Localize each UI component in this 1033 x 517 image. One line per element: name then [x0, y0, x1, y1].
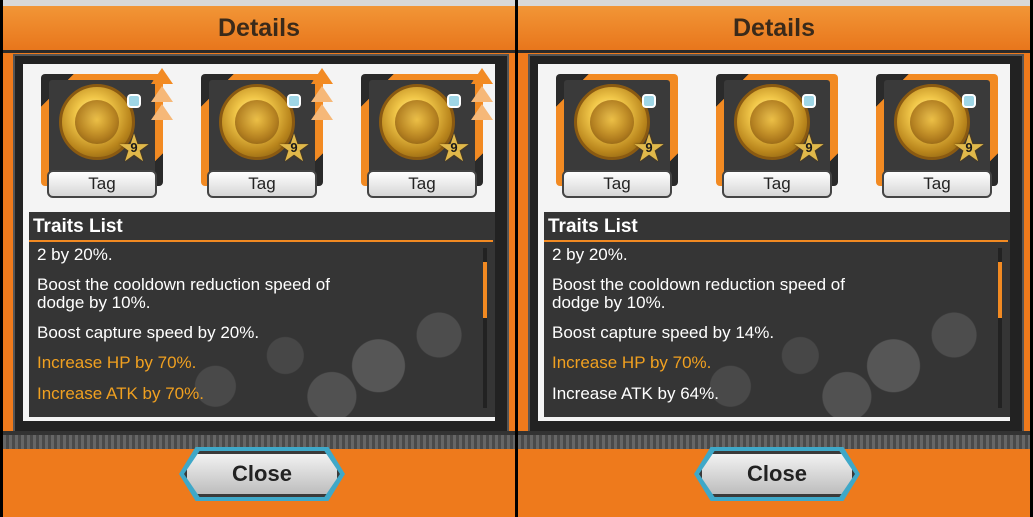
shield-icon — [802, 94, 816, 108]
tag-button[interactable]: Tag — [722, 170, 832, 198]
traits-list[interactable]: Traits List 2 by 20%. Boost the cooldown… — [29, 212, 495, 417]
character-level: 9 — [290, 140, 298, 155]
traits-list-title: Traits List — [33, 216, 123, 237]
tag-button[interactable]: Tag — [47, 170, 157, 198]
trait-item: 2 by 20%. — [552, 245, 628, 264]
scrollbar[interactable] — [483, 248, 487, 408]
tag-button[interactable]: Tag — [882, 170, 992, 198]
shield-icon — [447, 94, 461, 108]
character-card-1[interactable]: ★ 9 Tag — [41, 68, 173, 204]
details-content: ★ 9 Tag ★ 9 Tag ★ 9 Tag Traits List 2 by… — [538, 64, 1010, 421]
shield-icon — [127, 94, 141, 108]
scroll-thumb[interactable] — [483, 262, 487, 318]
tag-button[interactable]: Tag — [367, 170, 477, 198]
page-title: Details — [218, 14, 300, 42]
character-level: 9 — [805, 140, 813, 155]
details-content: ★ 9 Tag ★ 9 Tag ★ 9 Tag Traits List 2 by… — [23, 64, 495, 421]
close-button[interactable]: Close — [184, 451, 340, 497]
details-panel-left: Details ★ 9 Tag ★ 9 Tag ★ 9 Tag Traits L… — [3, 0, 515, 517]
character-card-3[interactable]: ★ 9 Tag — [876, 74, 998, 204]
tag-button[interactable]: Tag — [207, 170, 317, 198]
footer-stripe — [518, 435, 1030, 449]
shield-icon — [287, 94, 301, 108]
trait-item: Increase ATK by 64%. — [552, 384, 719, 403]
trait-item: dodge by 10%. — [552, 293, 666, 312]
trait-item: Boost capture speed by 14%. — [552, 323, 775, 342]
trait-item-highlighted: Increase HP by 70%. — [37, 353, 197, 372]
up-arrow-icon — [151, 68, 175, 138]
traits-list[interactable]: Traits List 2 by 20%. Boost the cooldown… — [544, 212, 1010, 417]
character-level: 9 — [450, 140, 458, 155]
trait-item: 2 by 20%. — [37, 245, 113, 264]
trait-item: Boost capture speed by 20%. — [37, 323, 260, 342]
header-bar: Details — [3, 0, 515, 53]
up-arrow-icon — [471, 68, 495, 138]
trait-item: dodge by 10%. — [37, 293, 151, 312]
trait-item: Boost the cooldown reduction speed of — [552, 275, 845, 294]
shield-icon — [642, 94, 656, 108]
character-level: 9 — [130, 140, 138, 155]
character-card-3[interactable]: ★ 9 Tag — [361, 68, 493, 204]
shield-icon — [962, 94, 976, 108]
header-shine — [518, 0, 1030, 6]
character-level: 9 — [965, 140, 973, 155]
header-shine — [3, 0, 515, 6]
details-panel-right: Details ★ 9 Tag ★ 9 Tag ★ 9 Tag Traits L… — [518, 0, 1030, 517]
footer-bar: Close — [518, 431, 1030, 517]
character-card-2[interactable]: ★ 9 Tag — [716, 74, 838, 204]
trait-item-highlighted: Increase ATK by 70%. — [37, 384, 204, 403]
tag-button[interactable]: Tag — [562, 170, 672, 198]
trait-item-highlighted: Increase HP by 70%. — [552, 353, 712, 372]
header-bar: Details — [518, 0, 1030, 53]
scrollbar[interactable] — [998, 248, 1002, 408]
page-title: Details — [733, 14, 815, 42]
scroll-thumb[interactable] — [998, 262, 1002, 318]
trait-item: Boost the cooldown reduction speed of — [37, 275, 330, 294]
divider — [29, 240, 493, 242]
close-button[interactable]: Close — [699, 451, 855, 497]
divider — [544, 240, 1008, 242]
traits-list-title: Traits List — [548, 216, 638, 237]
character-level: 9 — [645, 140, 653, 155]
footer-bar: Close — [3, 431, 515, 517]
footer-stripe — [3, 435, 515, 449]
up-arrow-icon — [311, 68, 335, 138]
character-card-2[interactable]: ★ 9 Tag — [201, 68, 333, 204]
character-card-1[interactable]: ★ 9 Tag — [556, 74, 678, 204]
